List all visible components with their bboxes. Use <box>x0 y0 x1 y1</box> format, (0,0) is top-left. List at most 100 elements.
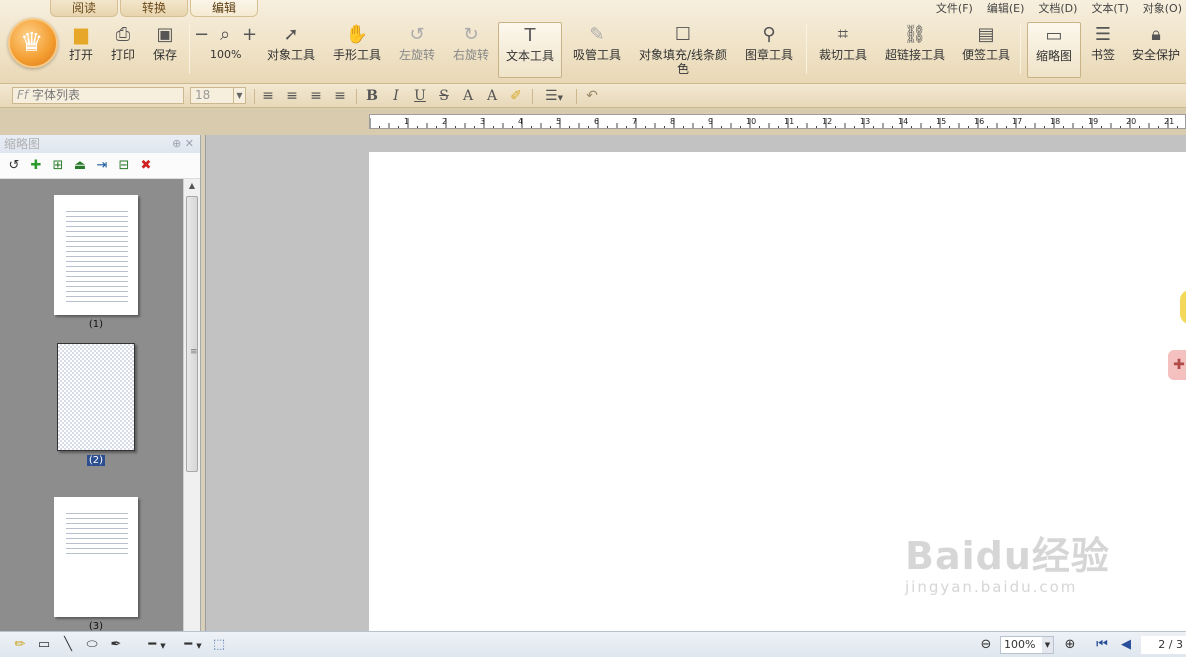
app-logo[interactable]: ♛ <box>8 18 58 68</box>
bold-button[interactable]: B <box>362 87 382 105</box>
zoom-in-button[interactable]: + <box>242 22 257 78</box>
page-number-field[interactable]: 2 / 3 <box>1141 636 1186 654</box>
scrollbar-thumb[interactable]: ≡ <box>186 196 198 472</box>
ruler-label: 5 <box>556 117 561 126</box>
undo-button[interactable]: ↶ <box>582 87 602 105</box>
print-button[interactable]: ⎙ 打印 <box>106 22 140 78</box>
line-spacing-icon: ☰ <box>545 88 558 104</box>
align-right-icon: ≡ <box>310 88 322 104</box>
zoom-out-button[interactable]: − <box>194 22 209 78</box>
replace-page-icon[interactable]: ⊟ <box>116 158 132 174</box>
add-page-icon[interactable]: ⊞ <box>50 158 66 174</box>
align-center-button[interactable]: ≡ <box>282 87 302 105</box>
page-thumbnail-label: (2) <box>86 455 106 466</box>
ellipse-tool-icon[interactable]: ⬭ <box>82 636 102 654</box>
scroll-up-arrow-icon[interactable]: ▲ <box>184 179 200 193</box>
format-divider <box>356 89 357 104</box>
first-page-icon[interactable]: ⏮ <box>1094 636 1110 654</box>
highlight-button[interactable]: ✐ <box>506 87 526 105</box>
previous-page-icon[interactable]: ◀ <box>1118 636 1134 654</box>
crop-tool-button[interactable]: ⌗ 裁切工具 <box>816 22 870 78</box>
ruler-label: 12 <box>822 117 832 126</box>
export-page-icon[interactable]: ⇥ <box>94 158 110 174</box>
fill-color-button[interactable]: ☐ 对象填充/线条颜色 <box>636 22 730 78</box>
rotate-left-icon: ↺ <box>409 24 425 45</box>
hyperlink-tool-button[interactable]: ⛓ 超链接工具 <box>882 22 948 78</box>
ruler-label: 6 <box>594 117 599 126</box>
save-button[interactable]: ▣ 保存 <box>148 22 182 78</box>
ruler-label: 19 <box>1088 117 1098 126</box>
ruler-label: 7 <box>632 117 637 126</box>
menu-file[interactable]: 文件(F) <box>936 0 973 15</box>
underline-button[interactable]: U <box>410 87 430 105</box>
object-tool-button[interactable]: ➚ 对象工具 <box>264 22 318 78</box>
thumbnail-panel: 缩略图 ⊕ ✕ ↺ ✚ ⊞ ⏏ ⇥ ⊟ ✖ (1) (2) (3) ▲ ≡ <box>0 135 201 631</box>
format-divider <box>576 89 577 104</box>
bookmark-button[interactable]: ☰ 书签 <box>1088 22 1118 78</box>
menu-text[interactable]: 文本(T) <box>1091 0 1128 15</box>
printer-icon: ⎙ <box>115 24 131 45</box>
rectangle-tool-icon[interactable]: ▭ <box>34 636 54 654</box>
side-float-tab[interactable] <box>1180 290 1186 324</box>
italic-button[interactable]: I <box>386 87 406 105</box>
tab-read[interactable]: 阅读 <box>50 0 118 17</box>
rotate-page-icon[interactable]: ↺ <box>6 158 22 174</box>
zoom-in-icon[interactable]: ⊕ <box>1062 636 1078 654</box>
zoom-button[interactable]: ⌕ 100% <box>210 22 241 78</box>
align-center-icon: ≡ <box>286 88 298 104</box>
page-thumbnail-2[interactable] <box>57 343 135 451</box>
font-family-select[interactable]: Ff 字体列表 <box>12 87 184 104</box>
extract-page-icon[interactable]: ⏏ <box>72 158 88 174</box>
text-tool-button[interactable]: T 文本工具 <box>498 22 562 78</box>
line-style-select[interactable]: ━ ▼ <box>140 636 174 654</box>
ruler-label: 3 <box>480 117 485 126</box>
pen-tool-icon[interactable]: ✒ <box>106 636 126 654</box>
rotate-left-button[interactable]: ↺ 左旋转 <box>396 22 438 78</box>
security-button[interactable]: 🔒︎ 安全保护 <box>1128 22 1184 78</box>
page-thumbnail-3[interactable] <box>54 497 138 617</box>
line-spacing-select[interactable]: ☰▼ <box>538 87 570 105</box>
format-toolbar: Ff 字体列表 18 ▼ ≡ ≡ ≡ ≡ B I U S A A ✐ ☰▼ ↶ <box>0 84 1186 108</box>
thumbnail-list: (1) (2) (3) <box>0 179 183 631</box>
thumbnail-scrollbar[interactable]: ▲ ≡ <box>183 179 200 631</box>
note-tool-button[interactable]: ▤ 便签工具 <box>960 22 1012 78</box>
tab-convert[interactable]: 转换 <box>120 0 188 17</box>
line-width-select[interactable]: ━ ▼ <box>176 636 210 654</box>
pin-icon[interactable]: ⊕ <box>172 137 181 150</box>
zoom-select[interactable]: 100% ▼ <box>1000 636 1054 654</box>
thumbnail-panel-icon: ▭ <box>1045 25 1063 46</box>
eyedropper-tool-button[interactable]: ✎ 吸管工具 <box>570 22 624 78</box>
rotate-right-button[interactable]: ↻ 右旋转 <box>450 22 492 78</box>
thumbnail-button[interactable]: ▭ 缩略图 <box>1027 22 1081 78</box>
pencil-tool-icon[interactable]: ✏ <box>10 636 30 654</box>
side-plugin-tab[interactable]: ✚ <box>1168 350 1186 380</box>
page-thumbnail-1[interactable] <box>54 195 138 315</box>
close-icon[interactable]: ✕ <box>185 137 194 150</box>
select-area-icon[interactable]: ⬚ <box>210 636 228 654</box>
font-size-select[interactable]: 18 ▼ <box>190 87 246 104</box>
format-divider <box>532 89 533 104</box>
text-cursor-icon: T <box>524 25 536 46</box>
zoom-out-icon[interactable]: ⊖ <box>978 636 994 654</box>
link-icon: ⛓ <box>903 24 927 45</box>
bookmark-list-icon: ☰ <box>1094 24 1112 45</box>
subscript-button[interactable]: A <box>482 87 502 105</box>
tab-edit[interactable]: 编辑 <box>190 0 258 17</box>
line-tool-icon[interactable]: ╲ <box>58 636 78 654</box>
open-button[interactable]: ▆ 打开 <box>64 22 98 78</box>
insert-page-icon[interactable]: ✚ <box>28 158 44 174</box>
strikethrough-button[interactable]: S <box>434 87 454 105</box>
ruler-label: 1 <box>404 117 409 126</box>
folder-icon: ▆ <box>74 24 88 45</box>
delete-page-icon[interactable]: ✖ <box>138 158 154 174</box>
menu-document[interactable]: 文档(D) <box>1038 0 1077 15</box>
align-justify-button[interactable]: ≡ <box>330 87 350 105</box>
menu-edit[interactable]: 编辑(E) <box>987 0 1025 15</box>
hand-tool-button[interactable]: ✋ 手形工具 <box>330 22 384 78</box>
align-right-button[interactable]: ≡ <box>306 87 326 105</box>
menu-object[interactable]: 对象(O) <box>1143 0 1182 15</box>
stamp-tool-button[interactable]: ⚲ 图章工具 <box>742 22 796 78</box>
align-left-button[interactable]: ≡ <box>258 87 278 105</box>
superscript-button[interactable]: A <box>458 87 478 105</box>
puzzle-icon: ✚ <box>1173 357 1185 373</box>
